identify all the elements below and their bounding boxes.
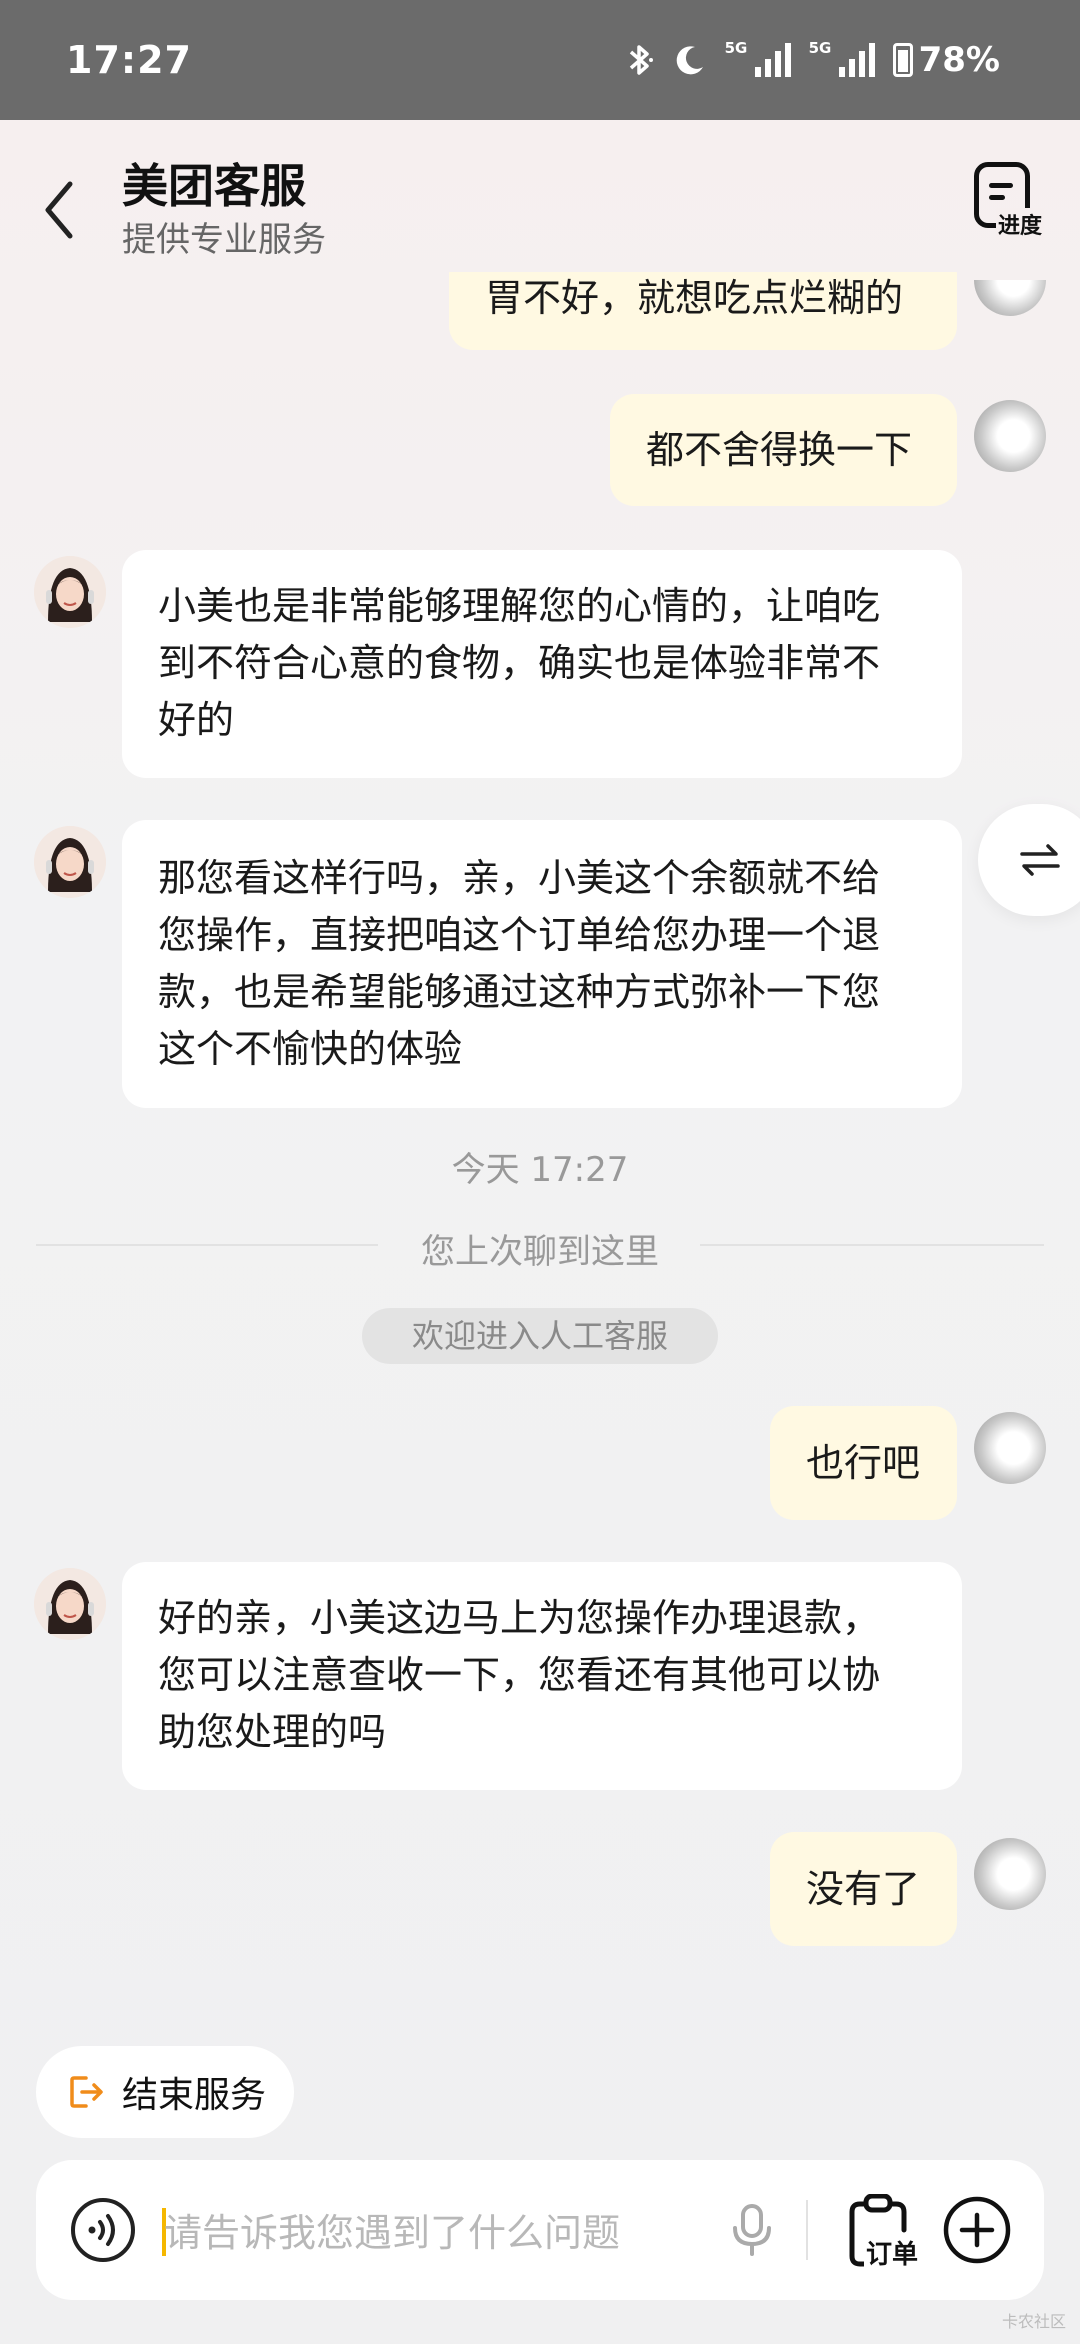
battery-indicator: 78%: [892, 40, 1000, 80]
message-text: 没有了: [806, 1867, 921, 1911]
agent-face-icon: [34, 1568, 106, 1640]
progress-label: 进度: [996, 208, 1044, 240]
input-separator: [806, 2200, 808, 2260]
agent-message-bubble[interactable]: 那您看这样行吗，亲，小美这个余额就不给 您操作，直接把咱这个订单给您办理一个退 …: [122, 820, 962, 1108]
message-line: 您可以注意查收一下，您看还有其他可以协: [158, 1653, 881, 1697]
message-input[interactable]: 请告诉我您遇到了什么问题: [164, 2202, 620, 2257]
order-label: 订单: [864, 2234, 921, 2271]
user-avatar[interactable]: [974, 400, 1046, 472]
system-notice: 欢迎进入人工客服: [362, 1308, 718, 1364]
history-divider-text: 您上次聊到这里: [421, 1232, 659, 1272]
chat-header: 美团客服 提供专业服务 进度: [0, 120, 1080, 280]
message-line: 好的: [158, 698, 235, 742]
agent-face-icon: [34, 826, 106, 898]
battery-icon: [892, 43, 913, 77]
signal-2-icon: 5G: [809, 39, 875, 77]
message-timestamp: 今天 17:27: [451, 1150, 629, 1190]
microphone-icon[interactable]: [730, 2202, 774, 2258]
user-avatar[interactable]: [974, 1838, 1046, 1910]
watermark: 卡农社区: [1001, 2312, 1066, 2331]
message-text: 都不舍得换一下: [646, 428, 913, 472]
agent-message-bubble[interactable]: 好的亲，小美这边马上为您操作办理退款， 您可以注意查收一下，您看还有其他可以协 …: [122, 1562, 962, 1790]
signal-1-icon: 5G: [725, 39, 791, 77]
agent-avatar[interactable]: [34, 556, 106, 628]
back-icon[interactable]: [36, 170, 86, 250]
message-line: 小美也是非常能够理解您的心情的，让咱吃: [158, 584, 881, 628]
end-service-label: 结束服务: [122, 2075, 267, 2116]
add-icon[interactable]: [942, 2195, 1012, 2265]
agent-avatar[interactable]: [34, 1568, 106, 1640]
status-time: 17:27: [66, 38, 192, 82]
battery-percent: 78%: [918, 40, 1000, 80]
user-avatar[interactable]: [974, 1412, 1046, 1484]
order-button[interactable]: 订单: [846, 2194, 926, 2271]
message-text: 也行吧: [806, 1441, 921, 1485]
status-bar: 17:27 5G 5G 78%: [0, 0, 1080, 120]
message-line: 您操作，直接把咱这个订单给您办理一个退: [158, 913, 881, 957]
divider-line-right: [700, 1244, 1044, 1246]
status-icons: 5G 5G 78%: [625, 39, 1000, 80]
agent-avatar[interactable]: [34, 826, 106, 898]
message-input-bar: 请告诉我您遇到了什么问题 订单: [36, 2160, 1044, 2300]
message-line: 到不符合心意的食物，确实也是体验非常不: [158, 641, 881, 685]
moon-icon: [676, 46, 703, 75]
user-message-bubble[interactable]: 都不舍得换一下: [610, 394, 957, 506]
chat-title: 美团客服: [122, 159, 306, 213]
bluetooth-icon: [629, 45, 653, 75]
message-line: 那您看这样行吗，亲，小美这个余额就不给: [158, 856, 881, 900]
exit-icon: [70, 2076, 103, 2108]
agent-message-bubble[interactable]: 小美也是非常能够理解您的心情的，让咱吃 到不符合心意的食物，确实也是体验非常不 …: [122, 550, 962, 778]
message-text: 胃不好，就想吃点烂糊的: [485, 276, 904, 320]
switch-button[interactable]: [978, 804, 1080, 916]
message-line: 助您处理的吗: [158, 1710, 387, 1754]
end-service-button[interactable]: 结束服务: [36, 2046, 294, 2138]
voice-mode-icon[interactable]: [70, 2197, 136, 2263]
progress-button[interactable]: 进度: [970, 162, 1044, 242]
message-line: 这个不愉快的体验: [158, 1027, 463, 1071]
agent-face-icon: [34, 556, 106, 628]
chat-subtitle: 提供专业服务: [122, 220, 326, 260]
swap-arrows-icon: [1020, 844, 1060, 876]
user-message-bubble[interactable]: 也行吧: [770, 1406, 957, 1520]
message-line: 好的亲，小美这边马上为您操作办理退款，: [158, 1596, 881, 1640]
message-line: 款，也是希望能够通过这种方式弥补一下您: [158, 970, 881, 1014]
user-message-bubble[interactable]: 没有了: [770, 1832, 957, 1946]
